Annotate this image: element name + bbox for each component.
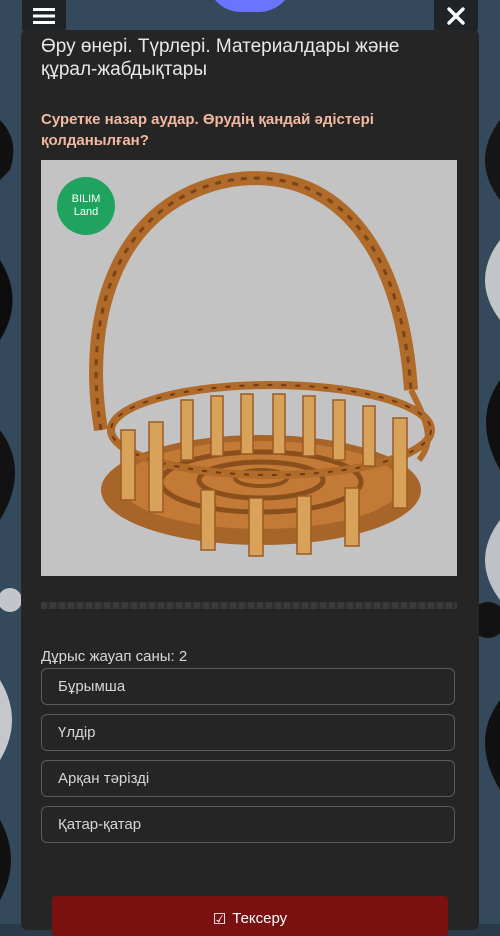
question-text: Суретке назар аудар. Өрудің қандай әдіст… [41, 111, 374, 149]
correct-answers-count: Дұрыс жауап саны: 2 [41, 648, 188, 665]
check-button-label: Тексеру [232, 910, 288, 927]
close-button[interactable] [434, 0, 478, 32]
answer-option-label: Үлдір [58, 724, 96, 741]
hamburger-menu-icon [33, 8, 55, 24]
answer-option-label: Бұрымша [58, 678, 126, 695]
wicker-basket-illustration [89, 171, 435, 557]
question-image: BILIM Land [41, 160, 457, 576]
menu-button[interactable] [22, 0, 66, 32]
question-card: Өру өнері. Түрлері. Материалдары және құ… [21, 30, 479, 936]
divider [41, 602, 457, 609]
answer-option-2[interactable]: Үлдір [41, 714, 455, 751]
check-button[interactable]: ☑ Тексеру [52, 896, 448, 936]
answer-option-label: Арқан тәрізді [58, 770, 150, 787]
answer-option-1[interactable]: Бұрымша [41, 668, 455, 705]
checkbox-check-icon: ☑ [212, 911, 227, 928]
answer-option-3[interactable]: Арқан тәрізді [41, 760, 455, 797]
close-icon [447, 7, 465, 25]
answer-option-4[interactable]: Қатар-қатар [41, 806, 455, 843]
answer-option-label: Қатар-қатар [58, 816, 142, 833]
lesson-title: Өру өнері. Түрлері. Материалдары және құ… [41, 36, 400, 80]
